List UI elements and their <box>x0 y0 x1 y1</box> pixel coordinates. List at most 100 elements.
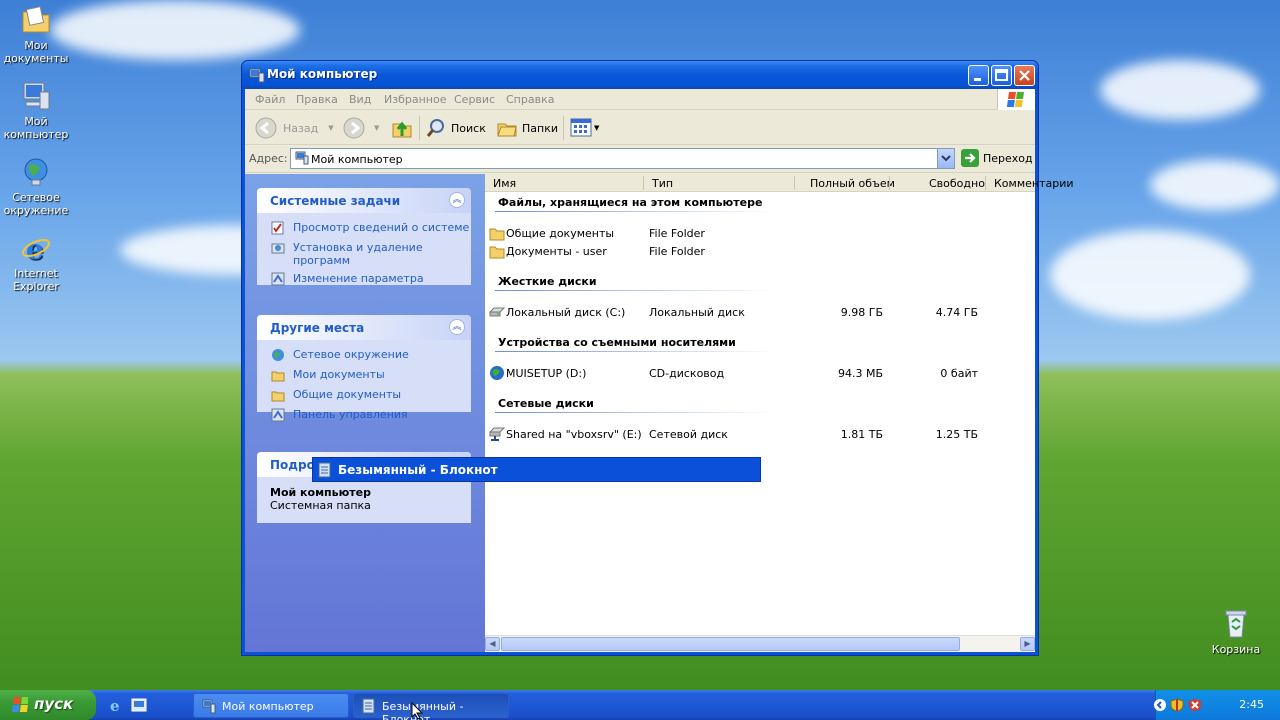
item-free-space: 4.74 ГБ <box>935 306 978 319</box>
file-list: Имя Тип Полный объем Свободно Комментари… <box>485 174 1074 652</box>
desktop-icon-internet-explorer[interactable]: e Internet Explorer <box>0 232 72 293</box>
forward-arrow-icon <box>343 117 365 139</box>
column-comments[interactable]: Комментарии <box>994 177 1074 190</box>
menu-edit[interactable]: Правка <box>296 93 338 106</box>
back-label: Назад <box>283 121 319 135</box>
task-add-remove-programs[interactable]: Установка и удаление программ <box>257 241 471 267</box>
collapse-chevron-icon[interactable]: ︽ <box>449 319 465 335</box>
desktop-icon-network[interactable]: Сетевое окружение <box>0 156 72 217</box>
notepad-icon <box>318 462 332 478</box>
scroll-thumb[interactable] <box>501 637 960 651</box>
place-network[interactable]: Сетевое окружение <box>257 348 471 361</box>
forward-button[interactable]: ▼ <box>342 115 379 141</box>
column-free-space[interactable]: Свободно <box>929 177 985 190</box>
desktop-icon-my-computer[interactable]: Мой компьютер <box>0 80 72 141</box>
horizontal-scrollbar[interactable]: ◀ ▶ <box>485 635 1035 652</box>
task-view-system-info[interactable]: Просмотр сведений о системе <box>257 221 471 235</box>
place-control-panel[interactable]: Панель управления <box>257 408 471 422</box>
column-separator[interactable] <box>643 176 644 190</box>
address-input[interactable]: Мой компьютер <box>290 148 955 169</box>
scroll-right-button[interactable]: ▶ <box>1020 637 1035 651</box>
address-dropdown-button[interactable] <box>937 149 954 168</box>
taskbar-item-my-computer[interactable]: Мой компьютер <box>193 693 349 718</box>
task-change-setting[interactable]: Изменение параметра <box>257 272 471 286</box>
menu-tools[interactable]: Сервис <box>454 93 495 106</box>
close-button[interactable] <box>1014 65 1035 86</box>
list-item[interactable]: Общие документы File Folder <box>485 225 1035 241</box>
windows-logo-icon <box>11 697 29 713</box>
maximize-button[interactable] <box>991 65 1012 86</box>
search-icon <box>426 119 444 137</box>
toolbar-separator <box>419 116 420 140</box>
place-shared-documents[interactable]: Общие документы <box>257 388 471 402</box>
go-label: Переход <box>983 151 1033 165</box>
column-separator[interactable] <box>889 176 890 190</box>
cloud <box>50 0 300 60</box>
list-item[interactable]: Локальный диск (C:) Локальный диск 9.98 … <box>485 304 1035 320</box>
collapse-chevron-icon[interactable]: ︽ <box>449 192 465 208</box>
item-total-size: 94.3 МБ <box>837 367 883 380</box>
security-alert-icon[interactable] <box>1188 698 1202 712</box>
control-panel-icon <box>271 408 285 422</box>
taskbar-item-notepad[interactable]: Безымянный - Блокнот <box>353 693 509 720</box>
menu-favorites[interactable]: Избранное <box>384 93 446 106</box>
column-name[interactable]: Имя <box>493 177 516 190</box>
back-arrow-icon <box>255 117 277 139</box>
other-places-panel: Другие места ︽ Сетевое окружение Мои док… <box>257 315 471 422</box>
cloud <box>1100 60 1260 120</box>
column-separator[interactable] <box>985 176 986 190</box>
list-item[interactable]: MUISETUP (D:) CD-дисковод 94.3 МБ 0 байт <box>485 365 1035 381</box>
item-name: Shared на "vboxsrv" (E:) <box>506 428 642 441</box>
minimize-button[interactable] <box>968 65 989 86</box>
menu-view[interactable]: Вид <box>349 93 371 106</box>
place-my-documents[interactable]: Мои документы <box>257 368 471 382</box>
title-bar[interactable]: Мой компьютер <box>242 61 1038 89</box>
group-header: Файлы, хранящиеся на этом компьютере <box>498 196 763 209</box>
views-button[interactable]: ▼ <box>570 115 599 141</box>
my-computer-window: Мой компьютер Файл Правка Вид Избранное … <box>241 60 1074 656</box>
list-item[interactable]: Shared на "vboxsrv" (E:) Сетевой диск 1.… <box>485 426 1035 442</box>
tray-expand-chevron-icon[interactable] <box>1154 699 1166 711</box>
desktop-icon-label: Мои документы <box>3 39 69 65</box>
system-tasks-panel: Системные задачи ︽ Просмотр сведений о с… <box>257 188 471 286</box>
start-button[interactable]: пуск <box>0 690 96 720</box>
column-total-size[interactable]: Полный объем <box>810 177 895 190</box>
recycle-bin-icon <box>1220 608 1252 640</box>
svg-text:e: e <box>26 233 44 264</box>
search-label: Поиск <box>451 121 486 135</box>
network-icon <box>20 156 52 188</box>
item-type: File Folder <box>649 227 705 240</box>
panel-header[interactable]: Другие места ︽ <box>257 315 471 340</box>
back-button[interactable]: Назад ▼ <box>254 115 334 141</box>
go-button[interactable]: Переход <box>961 149 1033 167</box>
toolbar-separator <box>563 116 564 140</box>
item-type: CD-дисковод <box>649 367 725 380</box>
folders-icon <box>497 123 517 137</box>
scroll-left-button[interactable]: ◀ <box>485 637 500 651</box>
item-name: Общие документы <box>506 227 615 240</box>
show-desktop-icon[interactable] <box>131 697 147 713</box>
internet-explorer-icon: e <box>20 232 52 266</box>
list-item[interactable]: Документы - user File Folder <box>485 243 1035 259</box>
panel-header[interactable]: Системные задачи ︽ <box>257 188 471 213</box>
desktop-icon-my-documents[interactable]: Мои документы <box>0 4 72 65</box>
column-separator[interactable] <box>794 176 795 190</box>
column-type[interactable]: Тип <box>652 177 673 190</box>
programs-icon <box>271 241 285 255</box>
menu-file[interactable]: Файл <box>255 93 285 106</box>
internet-explorer-icon[interactable]: e <box>108 697 124 715</box>
up-folder-button[interactable] <box>390 115 414 141</box>
folder-icon <box>271 388 285 402</box>
desktop-icon-recycle-bin[interactable]: Корзина <box>1200 608 1272 656</box>
menu-help[interactable]: Справка <box>506 93 554 106</box>
svg-text:e: e <box>110 697 120 713</box>
search-button[interactable]: Поиск <box>425 115 486 141</box>
start-label: пуск <box>34 695 74 713</box>
group-divider <box>495 412 775 413</box>
notepad-window-titlebar[interactable]: Безымянный - Блокнот <box>312 457 761 482</box>
item-type: Локальный диск <box>649 306 745 319</box>
security-shield-icon[interactable] <box>1170 698 1184 712</box>
notepad-title: Безымянный - Блокнот <box>338 463 498 477</box>
folders-button[interactable]: Папки <box>496 115 558 141</box>
network-drive-icon <box>488 426 506 442</box>
